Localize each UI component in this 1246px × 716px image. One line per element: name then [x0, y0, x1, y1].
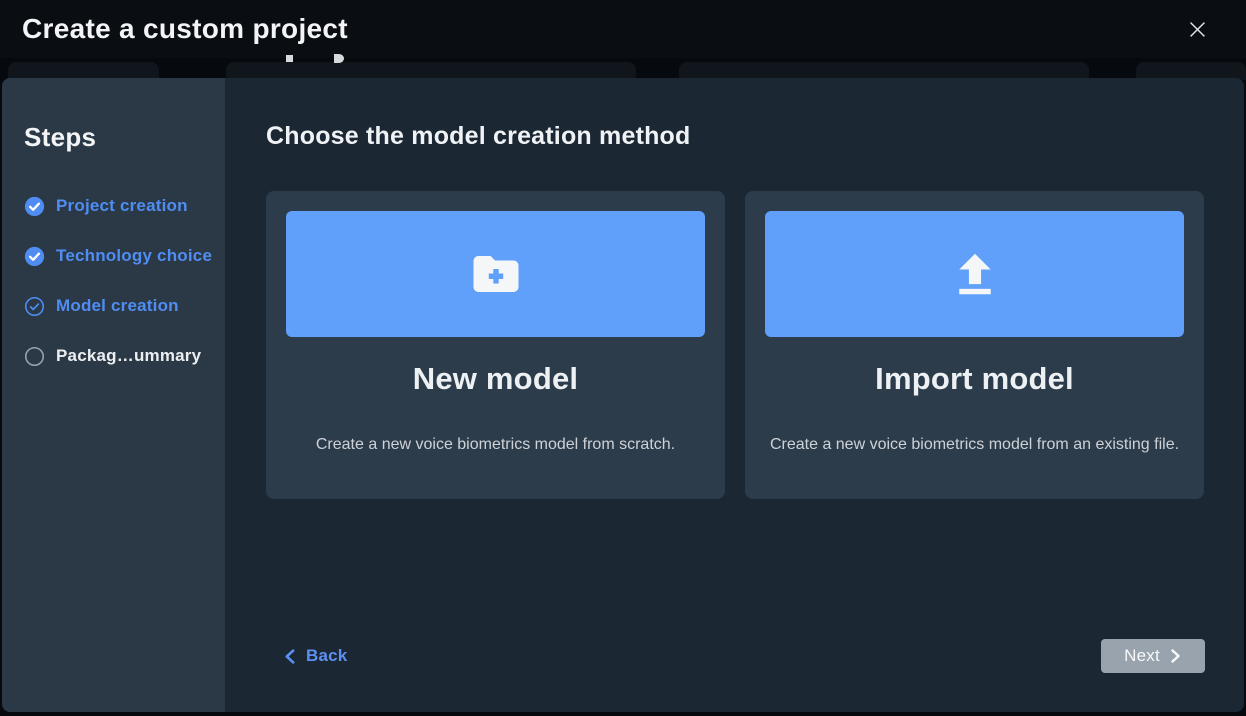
- method-cards: New model Create a new voice biometrics …: [266, 191, 1204, 499]
- back-label: Back: [306, 646, 348, 665]
- wizard-footer: Back Next: [265, 639, 1205, 673]
- circle-outline-icon: [24, 346, 45, 367]
- next-label: Next: [1124, 646, 1160, 665]
- next-button[interactable]: Next: [1101, 639, 1205, 673]
- step-label: Packag…ummary: [56, 346, 202, 365]
- new-model-title: New model: [412, 361, 579, 396]
- chevron-left-icon: [283, 648, 297, 664]
- close-button[interactable]: [1183, 15, 1212, 44]
- modal-title: Create a custom project: [22, 13, 348, 44]
- chevron-right-icon: [1169, 649, 1182, 663]
- import-model-card[interactable]: Import model Create a new voice biometri…: [745, 191, 1204, 499]
- upload-icon: [948, 247, 1002, 301]
- modal-header: Create a custom project: [0, 0, 1246, 58]
- modal-content: Choose the model creation method New mod…: [225, 78, 1244, 712]
- folder-plus-icon: [469, 247, 523, 301]
- step-project-creation[interactable]: Project creation: [24, 181, 217, 231]
- content-heading: Choose the model creation method: [266, 122, 691, 150]
- check-circle-outline-icon: [24, 296, 45, 317]
- backdrop-text-fragment: [334, 54, 344, 63]
- steps-list: Project creation Technology choice Model…: [24, 181, 217, 381]
- check-circle-filled-icon: [24, 246, 45, 267]
- step-package-summary[interactable]: Packag…ummary: [24, 331, 217, 381]
- step-label: Model creation: [56, 296, 179, 315]
- steps-title: Steps: [24, 122, 97, 152]
- import-model-description: Create a new voice biometrics model from…: [769, 436, 1180, 453]
- new-model-card[interactable]: New model Create a new voice biometrics …: [266, 191, 725, 499]
- step-label: Technology choice: [56, 246, 213, 265]
- step-technology-choice[interactable]: Technology choice: [24, 231, 217, 281]
- new-model-description: Create a new voice biometrics model from…: [315, 436, 676, 453]
- import-model-hero: [765, 211, 1184, 337]
- check-circle-filled-icon: [24, 196, 45, 217]
- backdrop-text-fragment: [286, 55, 293, 62]
- step-label: Project creation: [56, 196, 188, 215]
- close-icon: [1189, 21, 1206, 38]
- new-model-hero: [286, 211, 705, 337]
- import-model-title: Import model: [875, 361, 1074, 396]
- steps-sidebar: Steps Project creation Technology choice: [2, 78, 225, 712]
- back-button[interactable]: Back: [283, 646, 347, 666]
- step-model-creation[interactable]: Model creation: [24, 281, 217, 331]
